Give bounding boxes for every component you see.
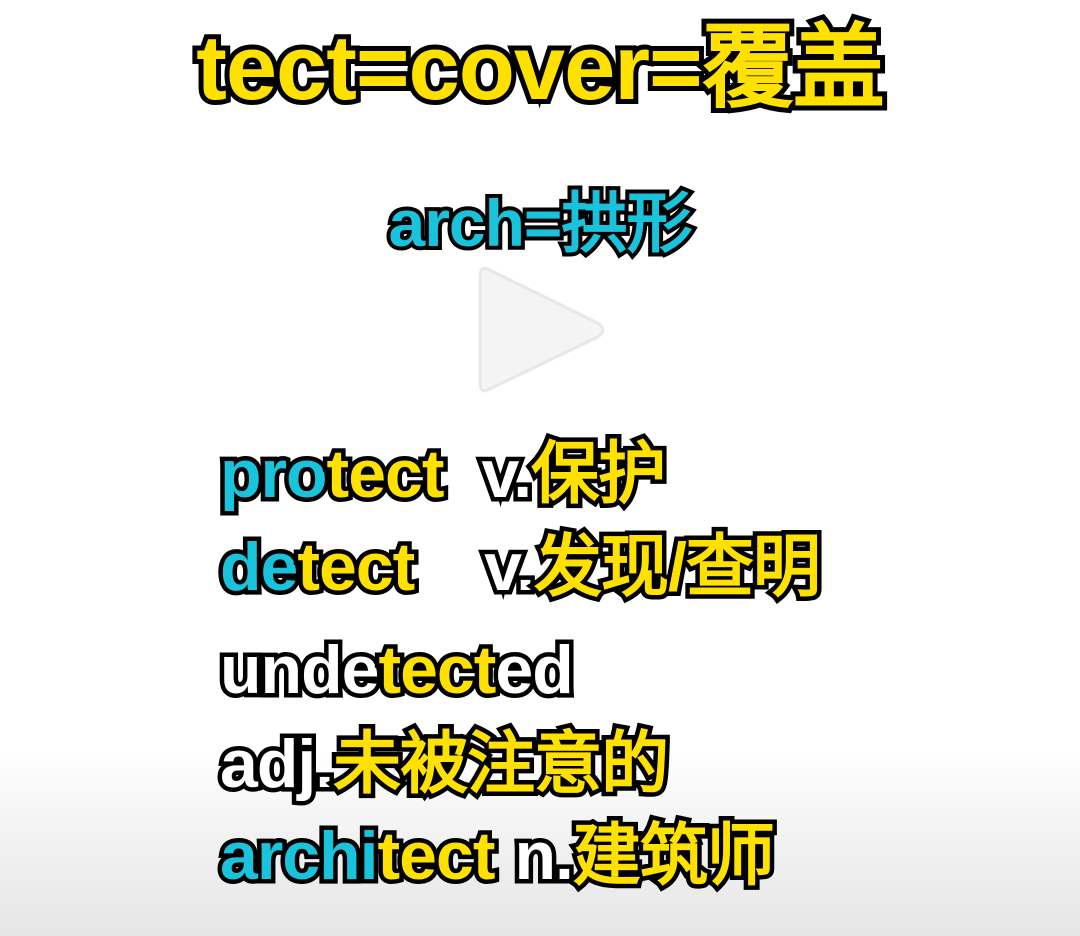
part-of-speech: n. (510, 818, 579, 895)
entry-detect: detect v.发现/查明 (215, 529, 825, 606)
word-root: tect (322, 436, 449, 513)
part-of-speech: v. (477, 436, 537, 513)
word-meaning: 发现/查明 (529, 529, 825, 606)
word-meaning: 建筑师 (568, 818, 779, 895)
word-root: tect (293, 529, 420, 606)
word-suffix: ed (491, 632, 578, 709)
word-prefix: pro (216, 436, 333, 513)
word-meaning: 未被注意的 (329, 726, 674, 803)
entry-protect: protect v.保护 (216, 436, 671, 513)
play-icon[interactable] (470, 255, 610, 405)
entry-undetected-meaning: adj.未被注意的 (215, 726, 673, 803)
word-prefix: unde (215, 632, 383, 709)
word-root: tect (373, 818, 500, 895)
word-meaning: 保护 (527, 436, 671, 513)
part-of-speech: adj. (215, 726, 338, 803)
entry-architect: architect n.建筑师 (216, 818, 780, 895)
word-prefix: archi (216, 818, 384, 895)
word-root: tect (374, 632, 501, 709)
word-prefix: de (215, 529, 302, 606)
part-of-speech: v. (480, 529, 540, 606)
entry-undetected: undetected (215, 632, 578, 709)
page-title: tect=cover=覆盖 (191, 17, 890, 119)
subtitle: arch=拱形 (385, 186, 697, 260)
